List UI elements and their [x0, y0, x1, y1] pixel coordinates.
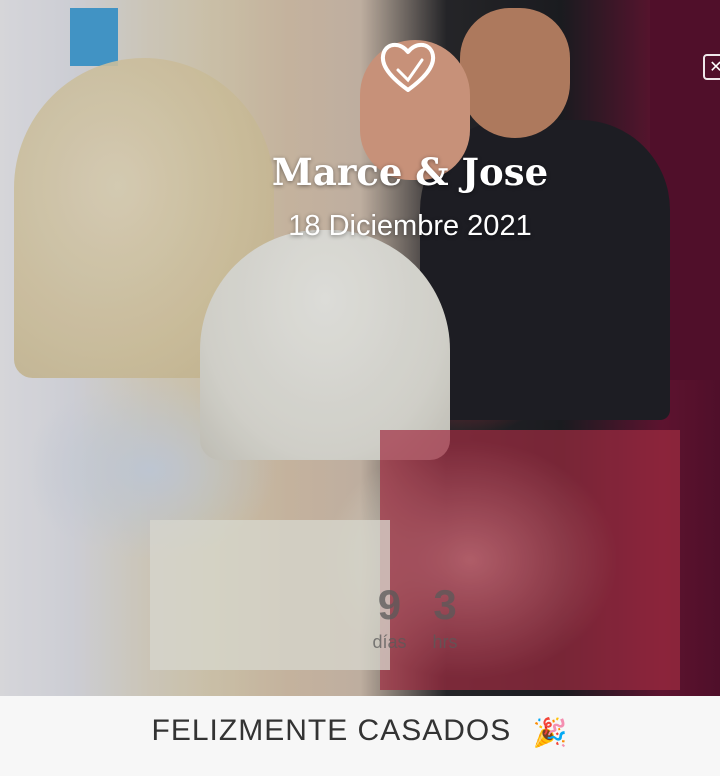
countdown-days: 9 días [372, 580, 406, 670]
countdown: 9 días 3 hrs [330, 580, 500, 670]
close-icon[interactable]: ✕ [703, 54, 720, 80]
countdown-hours: 3 hrs [433, 580, 458, 670]
wedding-date: 18 Diciembre 2021 [288, 210, 532, 242]
hours-value: 3 [433, 581, 457, 628]
couple-names: Marce & Jose [271, 150, 549, 194]
days-label: días [372, 632, 407, 652]
status-footer: FELIZMENTE CASADOS 🎉 [0, 696, 720, 776]
hero-photo: ✕ Marce & Jose 18 Diciembre 2021 9 días … [0, 0, 720, 696]
hours-label: hrs [432, 632, 458, 652]
status-text: FELIZMENTE CASADOS [151, 714, 512, 747]
heart-icon [380, 42, 436, 92]
status-line: FELIZMENTE CASADOS 🎉 [0, 714, 720, 749]
party-popper-icon: 🎉 [532, 716, 569, 748]
days-value: 9 [377, 581, 402, 628]
